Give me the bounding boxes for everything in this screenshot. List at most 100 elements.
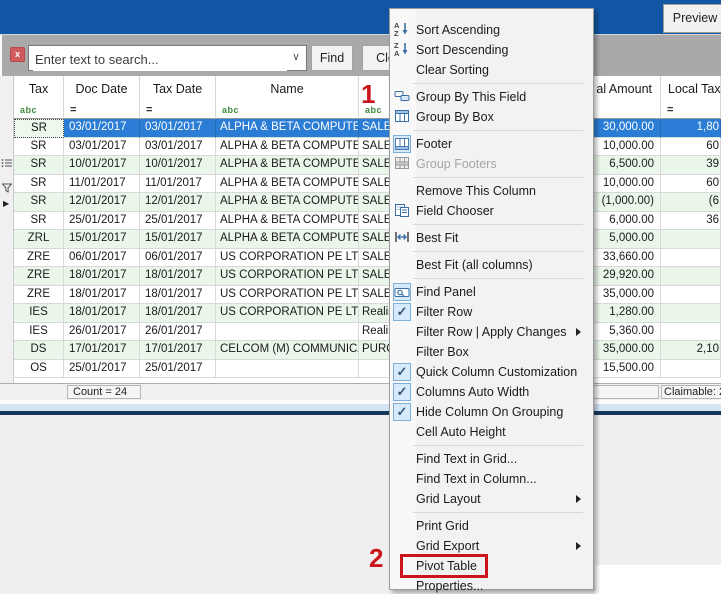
cell-name[interactable]: ALPHA & BETA COMPUTER [216, 119, 359, 138]
table-row[interactable]: DS17/01/201717/01/2017CELCOM (M) COMMUNI… [14, 341, 721, 360]
cell-tax[interactable]: DS [14, 341, 64, 360]
table-row[interactable]: SR12/01/201712/01/2017ALPHA & BETA COMPU… [14, 193, 721, 212]
cell-tax_date[interactable]: 10/01/2017 [140, 156, 216, 175]
menu-item-columns-auto-width[interactable]: ✓Columns Auto Width [390, 382, 593, 402]
cell-tax_date[interactable]: 17/01/2017 [140, 341, 216, 360]
cell-tax_date[interactable]: 25/01/2017 [140, 212, 216, 231]
cell-local_tax[interactable]: 1,80 [661, 119, 721, 138]
find-button[interactable]: Find [311, 45, 353, 71]
table-row[interactable]: SR03/01/201703/01/2017ALPHA & BETA COMPU… [14, 119, 721, 138]
cell-tax[interactable]: ZRE [14, 249, 64, 268]
chevron-down-icon[interactable]: ∨ [292, 50, 300, 63]
column-header-local_tax[interactable]: Local Tax Am [661, 76, 721, 103]
cell-name[interactable]: ALPHA & BETA COMPUTER [216, 230, 359, 249]
cell-doc_date[interactable]: 10/01/2017 [64, 156, 140, 175]
cell-tax_date[interactable]: 03/01/2017 [140, 119, 216, 138]
cell-tax[interactable]: SR [14, 193, 64, 212]
cell-name[interactable]: US CORPORATION PE LTD [216, 267, 359, 286]
cell-tax_date[interactable]: 18/01/2017 [140, 267, 216, 286]
cell-doc_date[interactable]: 17/01/2017 [64, 341, 140, 360]
filter-cell-doc_date[interactable]: = [64, 103, 140, 119]
cell-tax[interactable]: ZRE [14, 267, 64, 286]
cell-local_tax[interactable]: 39 [661, 156, 721, 175]
table-row[interactable]: OS25/01/201725/01/201715,500.00 [14, 360, 721, 379]
search-combobox[interactable]: ∨ [28, 45, 307, 71]
menu-item-quick-column-customization[interactable]: ✓Quick Column Customization [390, 362, 593, 382]
cell-doc_date[interactable]: 26/01/2017 [64, 323, 140, 342]
menu-item-footer[interactable]: Footer [390, 134, 593, 154]
search-input[interactable] [33, 47, 287, 71]
cell-doc_date[interactable]: 25/01/2017 [64, 212, 140, 231]
filter-cell-tax[interactable]: abc [14, 103, 64, 119]
menu-item-cell-auto-height[interactable]: Cell Auto Height [390, 422, 593, 442]
cell-local_tax[interactable] [661, 249, 721, 268]
table-row[interactable]: IES26/01/201726/01/2017Realis5,360.00 [14, 323, 721, 342]
cell-name[interactable] [216, 360, 359, 379]
menu-item-group-by-this-field[interactable]: Group By This Field [390, 87, 593, 107]
filter-cell-local_tax[interactable]: = [661, 103, 721, 119]
cell-tax[interactable]: SR [14, 175, 64, 194]
table-row[interactable]: ZRL15/01/201715/01/2017ALPHA & BETA COMP… [14, 230, 721, 249]
table-row[interactable]: IES18/01/201718/01/2017US CORPORATION PE… [14, 304, 721, 323]
cell-local_tax[interactable] [661, 230, 721, 249]
table-row[interactable]: ZRE18/01/201718/01/2017US CORPORATION PE… [14, 267, 721, 286]
menu-item-grid-export[interactable]: Grid Export [390, 536, 593, 556]
cell-name[interactable]: ALPHA & BETA COMPUTER [216, 193, 359, 212]
cell-tax_date[interactable]: 18/01/2017 [140, 304, 216, 323]
menu-item-group-by-box[interactable]: Group By Box [390, 107, 593, 127]
cell-name[interactable]: ALPHA & BETA COMPUTER [216, 175, 359, 194]
cell-tax[interactable]: ZRL [14, 230, 64, 249]
cell-name[interactable]: ALPHA & BETA COMPUTER [216, 156, 359, 175]
menu-item-find-text-in-column[interactable]: Find Text in Column... [390, 469, 593, 489]
column-header-tax[interactable]: Tax [14, 76, 64, 103]
cell-doc_date[interactable]: 15/01/2017 [64, 230, 140, 249]
cell-local_tax[interactable] [661, 267, 721, 286]
cell-name[interactable] [216, 323, 359, 342]
filter-cell-tax_date[interactable]: = [140, 103, 216, 119]
menu-item-clear-sorting[interactable]: Clear Sorting [390, 60, 593, 80]
menu-item-filter-row[interactable]: ✓Filter Row [390, 302, 593, 322]
cell-tax[interactable]: IES [14, 323, 64, 342]
cell-doc_date[interactable]: 06/01/2017 [64, 249, 140, 268]
menu-item-filter-box[interactable]: Filter Box [390, 342, 593, 362]
cell-local_tax[interactable]: (6 [661, 193, 721, 212]
cell-doc_date[interactable]: 18/01/2017 [64, 304, 140, 323]
cell-local_tax[interactable] [661, 304, 721, 323]
cell-doc_date[interactable]: 03/01/2017 [64, 119, 140, 138]
filter-funnel-icon[interactable] [2, 180, 12, 198]
horizontal-scrollbar[interactable] [0, 403, 721, 411]
cell-tax[interactable]: ZRE [14, 286, 64, 305]
column-header-doc_date[interactable]: Doc Date [64, 76, 140, 103]
menu-item-grid-layout[interactable]: Grid Layout [390, 489, 593, 509]
menu-item-sort-ascending[interactable]: AZSort Ascending [390, 20, 593, 40]
cell-doc_date[interactable]: 11/01/2017 [64, 175, 140, 194]
column-header-tax_date[interactable]: Tax Date [140, 76, 216, 103]
cell-local_tax[interactable]: 60 [661, 175, 721, 194]
menu-item-sort-descending[interactable]: ZASort Descending [390, 40, 593, 60]
cell-tax[interactable]: SR [14, 212, 64, 231]
cell-name[interactable]: US CORPORATION PE LTD [216, 249, 359, 268]
cell-doc_date[interactable]: 12/01/2017 [64, 193, 140, 212]
cell-doc_date[interactable]: 18/01/2017 [64, 267, 140, 286]
table-row[interactable]: SR10/01/201710/01/2017ALPHA & BETA COMPU… [14, 156, 721, 175]
cell-local_tax[interactable]: 36 [661, 212, 721, 231]
cell-tax_date[interactable]: 11/01/2017 [140, 175, 216, 194]
table-row[interactable]: SR03/01/201703/01/2017ALPHA & BETA COMPU… [14, 138, 721, 157]
cell-tax_date[interactable]: 18/01/2017 [140, 286, 216, 305]
cell-local_tax[interactable]: 2,10 [661, 341, 721, 360]
column-header-name[interactable]: Name [216, 76, 359, 103]
menu-item-find-panel[interactable]: Find Panel [390, 282, 593, 302]
cell-name[interactable]: US CORPORATION PE LTD [216, 304, 359, 323]
cell-local_tax[interactable]: 60 [661, 138, 721, 157]
cell-tax[interactable]: OS [14, 360, 64, 379]
menu-item-filter-row-apply-changes[interactable]: Filter Row | Apply Changes [390, 322, 593, 342]
cell-doc_date[interactable]: 25/01/2017 [64, 360, 140, 379]
filter-cell-name[interactable]: abc [216, 103, 359, 119]
cell-tax_date[interactable]: 15/01/2017 [140, 230, 216, 249]
menu-item-print-grid[interactable]: Print Grid [390, 516, 593, 536]
cell-tax_date[interactable]: 26/01/2017 [140, 323, 216, 342]
cell-local_tax[interactable] [661, 286, 721, 305]
cell-local_tax[interactable] [661, 323, 721, 342]
close-search-icon[interactable]: x [10, 47, 25, 62]
cell-name[interactable]: CELCOM (M) COMMUNICA... [216, 341, 359, 360]
